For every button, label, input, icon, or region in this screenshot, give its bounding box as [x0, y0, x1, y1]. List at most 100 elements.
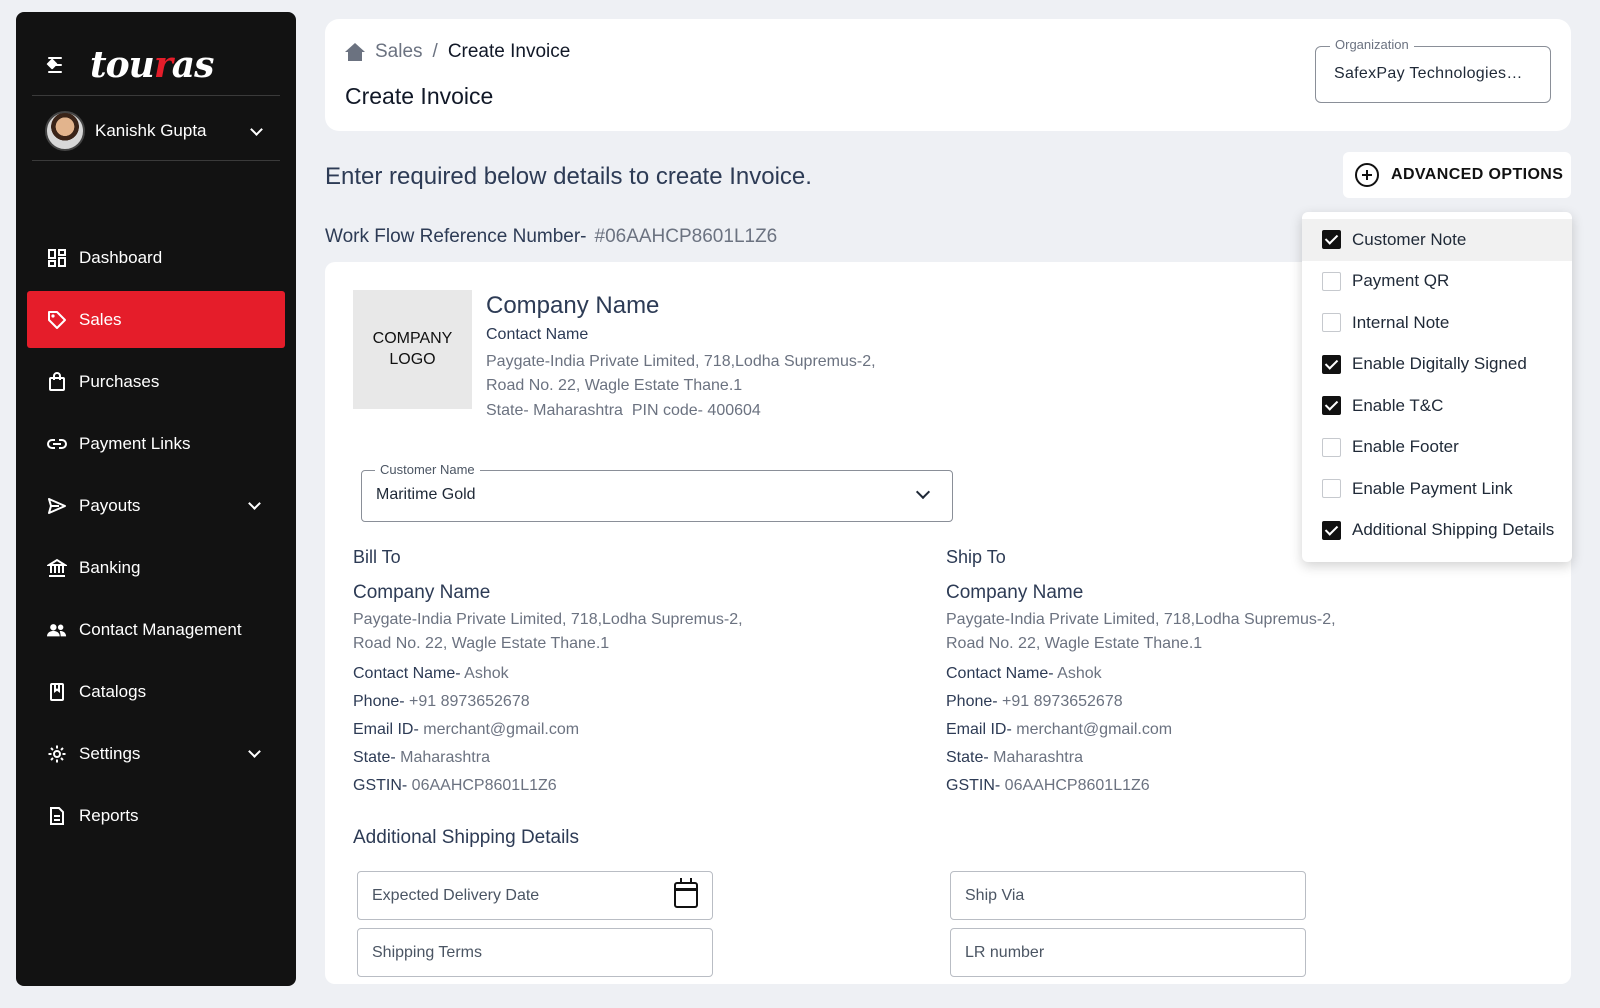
page-title: Create Invoice: [345, 83, 494, 109]
value: merchant@gmail.com: [1016, 721, 1173, 738]
sidebar-item-purchases[interactable]: Purchases: [27, 353, 285, 410]
logo-text-line1: COMPANY: [372, 329, 453, 347]
calendar-icon[interactable]: [674, 878, 698, 908]
divider: [32, 95, 280, 96]
add-circle-icon: [1355, 163, 1379, 187]
option-enable-payment-link[interactable]: Enable Payment Link: [1302, 468, 1572, 510]
checkbox-checked[interactable]: [1322, 230, 1341, 250]
option-label: Payment QR: [1352, 271, 1450, 291]
option-label: Enable Footer: [1352, 437, 1459, 457]
sidebar: touras Kanishk Gupta Dashboard Sales Pur…: [16, 12, 296, 986]
send-icon: [47, 496, 67, 516]
option-internal-note[interactable]: Internal Note: [1302, 302, 1572, 344]
option-enable-digitally-signed[interactable]: Enable Digitally Signed: [1302, 344, 1572, 386]
sidebar-item-settings[interactable]: Settings: [27, 725, 285, 782]
breadcrumb-sales-link[interactable]: Sales: [375, 41, 423, 63]
ship-to-contact: Contact Name- Ashok: [946, 664, 1506, 684]
organization-select[interactable]: Organization SafexPay Technologies…: [1315, 37, 1551, 103]
option-payment-qr[interactable]: Payment QR: [1302, 261, 1572, 303]
checkbox-checked[interactable]: [1322, 396, 1341, 416]
value: +91 8973652678: [1002, 693, 1123, 710]
checkbox-unchecked[interactable]: [1322, 479, 1341, 499]
option-additional-shipping-details[interactable]: Additional Shipping Details: [1302, 510, 1572, 552]
company-contact: Contact Name: [486, 326, 589, 343]
checkbox-unchecked[interactable]: [1322, 313, 1341, 333]
page-header: Sales / Create Invoice Create Invoice Or…: [325, 19, 1571, 131]
sidebar-item-label: Contact Management: [79, 619, 242, 639]
checkbox-checked[interactable]: [1322, 520, 1341, 540]
ship-via-field[interactable]: Ship Via: [950, 871, 1306, 920]
label: Contact Name-: [946, 665, 1054, 682]
sidebar-nav: Dashboard Sales Purchases Payment Links …: [27, 229, 285, 849]
sidebar-item-label: Banking: [79, 557, 141, 577]
sidebar-item-catalogs[interactable]: Catalogs: [27, 663, 285, 720]
customer-name-value: Maritime Gold: [376, 486, 476, 503]
logo-text-line2: LOGO: [389, 350, 436, 368]
dashboard-icon: [47, 248, 67, 268]
chevron-down-icon: [250, 122, 263, 136]
chevron-down-icon: [915, 484, 931, 500]
breadcrumb-separator: /: [432, 41, 438, 62]
option-enable-footer[interactable]: Enable Footer: [1302, 427, 1572, 469]
sidebar-item-contact-management[interactable]: Contact Management: [27, 601, 285, 658]
option-enable-tc[interactable]: Enable T&C: [1302, 385, 1572, 427]
sidebar-item-payment-links[interactable]: Payment Links: [27, 415, 285, 472]
sidebar-item-label: Reports: [79, 805, 139, 825]
ship-to-state: State- Maharashtra: [946, 748, 1506, 768]
option-label: Internal Note: [1352, 312, 1450, 332]
workflow-reference: Work Flow Reference Number- #06AAHCP8601L…: [325, 226, 777, 248]
user-menu[interactable]: Kanishk Gupta: [45, 110, 267, 152]
collapse-menu-icon[interactable]: [46, 57, 70, 73]
sidebar-item-reports[interactable]: Reports: [27, 787, 285, 844]
checkbox-unchecked[interactable]: [1322, 437, 1341, 457]
form-subtitle: Enter required below details to create I…: [325, 163, 812, 190]
ship-to-company: Company Name: [946, 582, 1084, 603]
additional-shipping-title: Additional Shipping Details: [353, 827, 580, 848]
ship-to-address-line2: Road No. 22, Wagle Estate Thane.1: [946, 635, 1203, 652]
label: Phone-: [946, 693, 998, 710]
sidebar-item-dashboard[interactable]: Dashboard: [27, 229, 285, 286]
label: Phone-: [353, 693, 405, 710]
company-address-line2: Road No. 22, Wagle Estate Thane.1: [486, 377, 743, 394]
ship-via-placeholder: Ship Via: [965, 887, 1025, 904]
home-icon[interactable]: [345, 43, 365, 61]
sidebar-item-label: Settings: [79, 743, 141, 763]
lr-number-field[interactable]: LR number: [950, 928, 1306, 977]
link-icon: [47, 434, 67, 454]
sidebar-item-banking[interactable]: Banking: [27, 539, 285, 596]
organization-value: SafexPay Technologies…: [1334, 65, 1523, 82]
avatar: [45, 111, 85, 151]
advanced-options-button[interactable]: ADVANCED OPTIONS: [1343, 152, 1571, 198]
value: merchant@gmail.com: [423, 721, 580, 738]
option-customer-note[interactable]: Customer Note: [1302, 219, 1572, 261]
book-icon: [47, 682, 67, 702]
sidebar-item-sales[interactable]: Sales: [27, 291, 285, 348]
label: State-: [946, 749, 989, 766]
bill-to-address-line2: Road No. 22, Wagle Estate Thane.1: [353, 635, 610, 652]
checkbox-checked[interactable]: [1322, 354, 1341, 374]
workflow-label: Work Flow Reference Number-: [325, 226, 587, 247]
option-label: Enable Digitally Signed: [1352, 354, 1527, 374]
advanced-options-menu: Customer Note Payment QR Internal Note E…: [1302, 212, 1572, 562]
option-label: Customer Note: [1352, 229, 1467, 249]
expected-delivery-date-field[interactable]: Expected Delivery Date: [357, 871, 713, 920]
company-logo-placeholder: COMPANY LOGO: [353, 290, 472, 409]
sidebar-item-label: Dashboard: [79, 247, 163, 267]
tag-icon: [47, 310, 67, 330]
label: GSTIN-: [946, 777, 1001, 794]
label: GSTIN-: [353, 777, 408, 794]
bill-to-gstin: GSTIN- 06AAHCP8601L1Z6: [353, 776, 913, 796]
brand: touras: [46, 44, 214, 86]
breadcrumb-current: Create Invoice: [447, 41, 571, 62]
company-state-pin: State- Maharashtra PIN code- 400604: [486, 402, 761, 419]
advanced-options-label: ADVANCED OPTIONS: [1391, 166, 1564, 183]
logo: touras: [90, 44, 214, 86]
customer-name-select[interactable]: Customer Name Maritime Gold: [361, 462, 953, 522]
checkbox-unchecked[interactable]: [1322, 271, 1341, 291]
bill-to-company: Company Name: [353, 582, 491, 603]
option-label: Additional Shipping Details: [1352, 520, 1555, 540]
label: State-: [353, 749, 396, 766]
shipping-terms-placeholder: Shipping Terms: [372, 944, 482, 961]
sidebar-item-payouts[interactable]: Payouts: [27, 477, 285, 534]
shipping-terms-field[interactable]: Shipping Terms: [357, 928, 713, 977]
